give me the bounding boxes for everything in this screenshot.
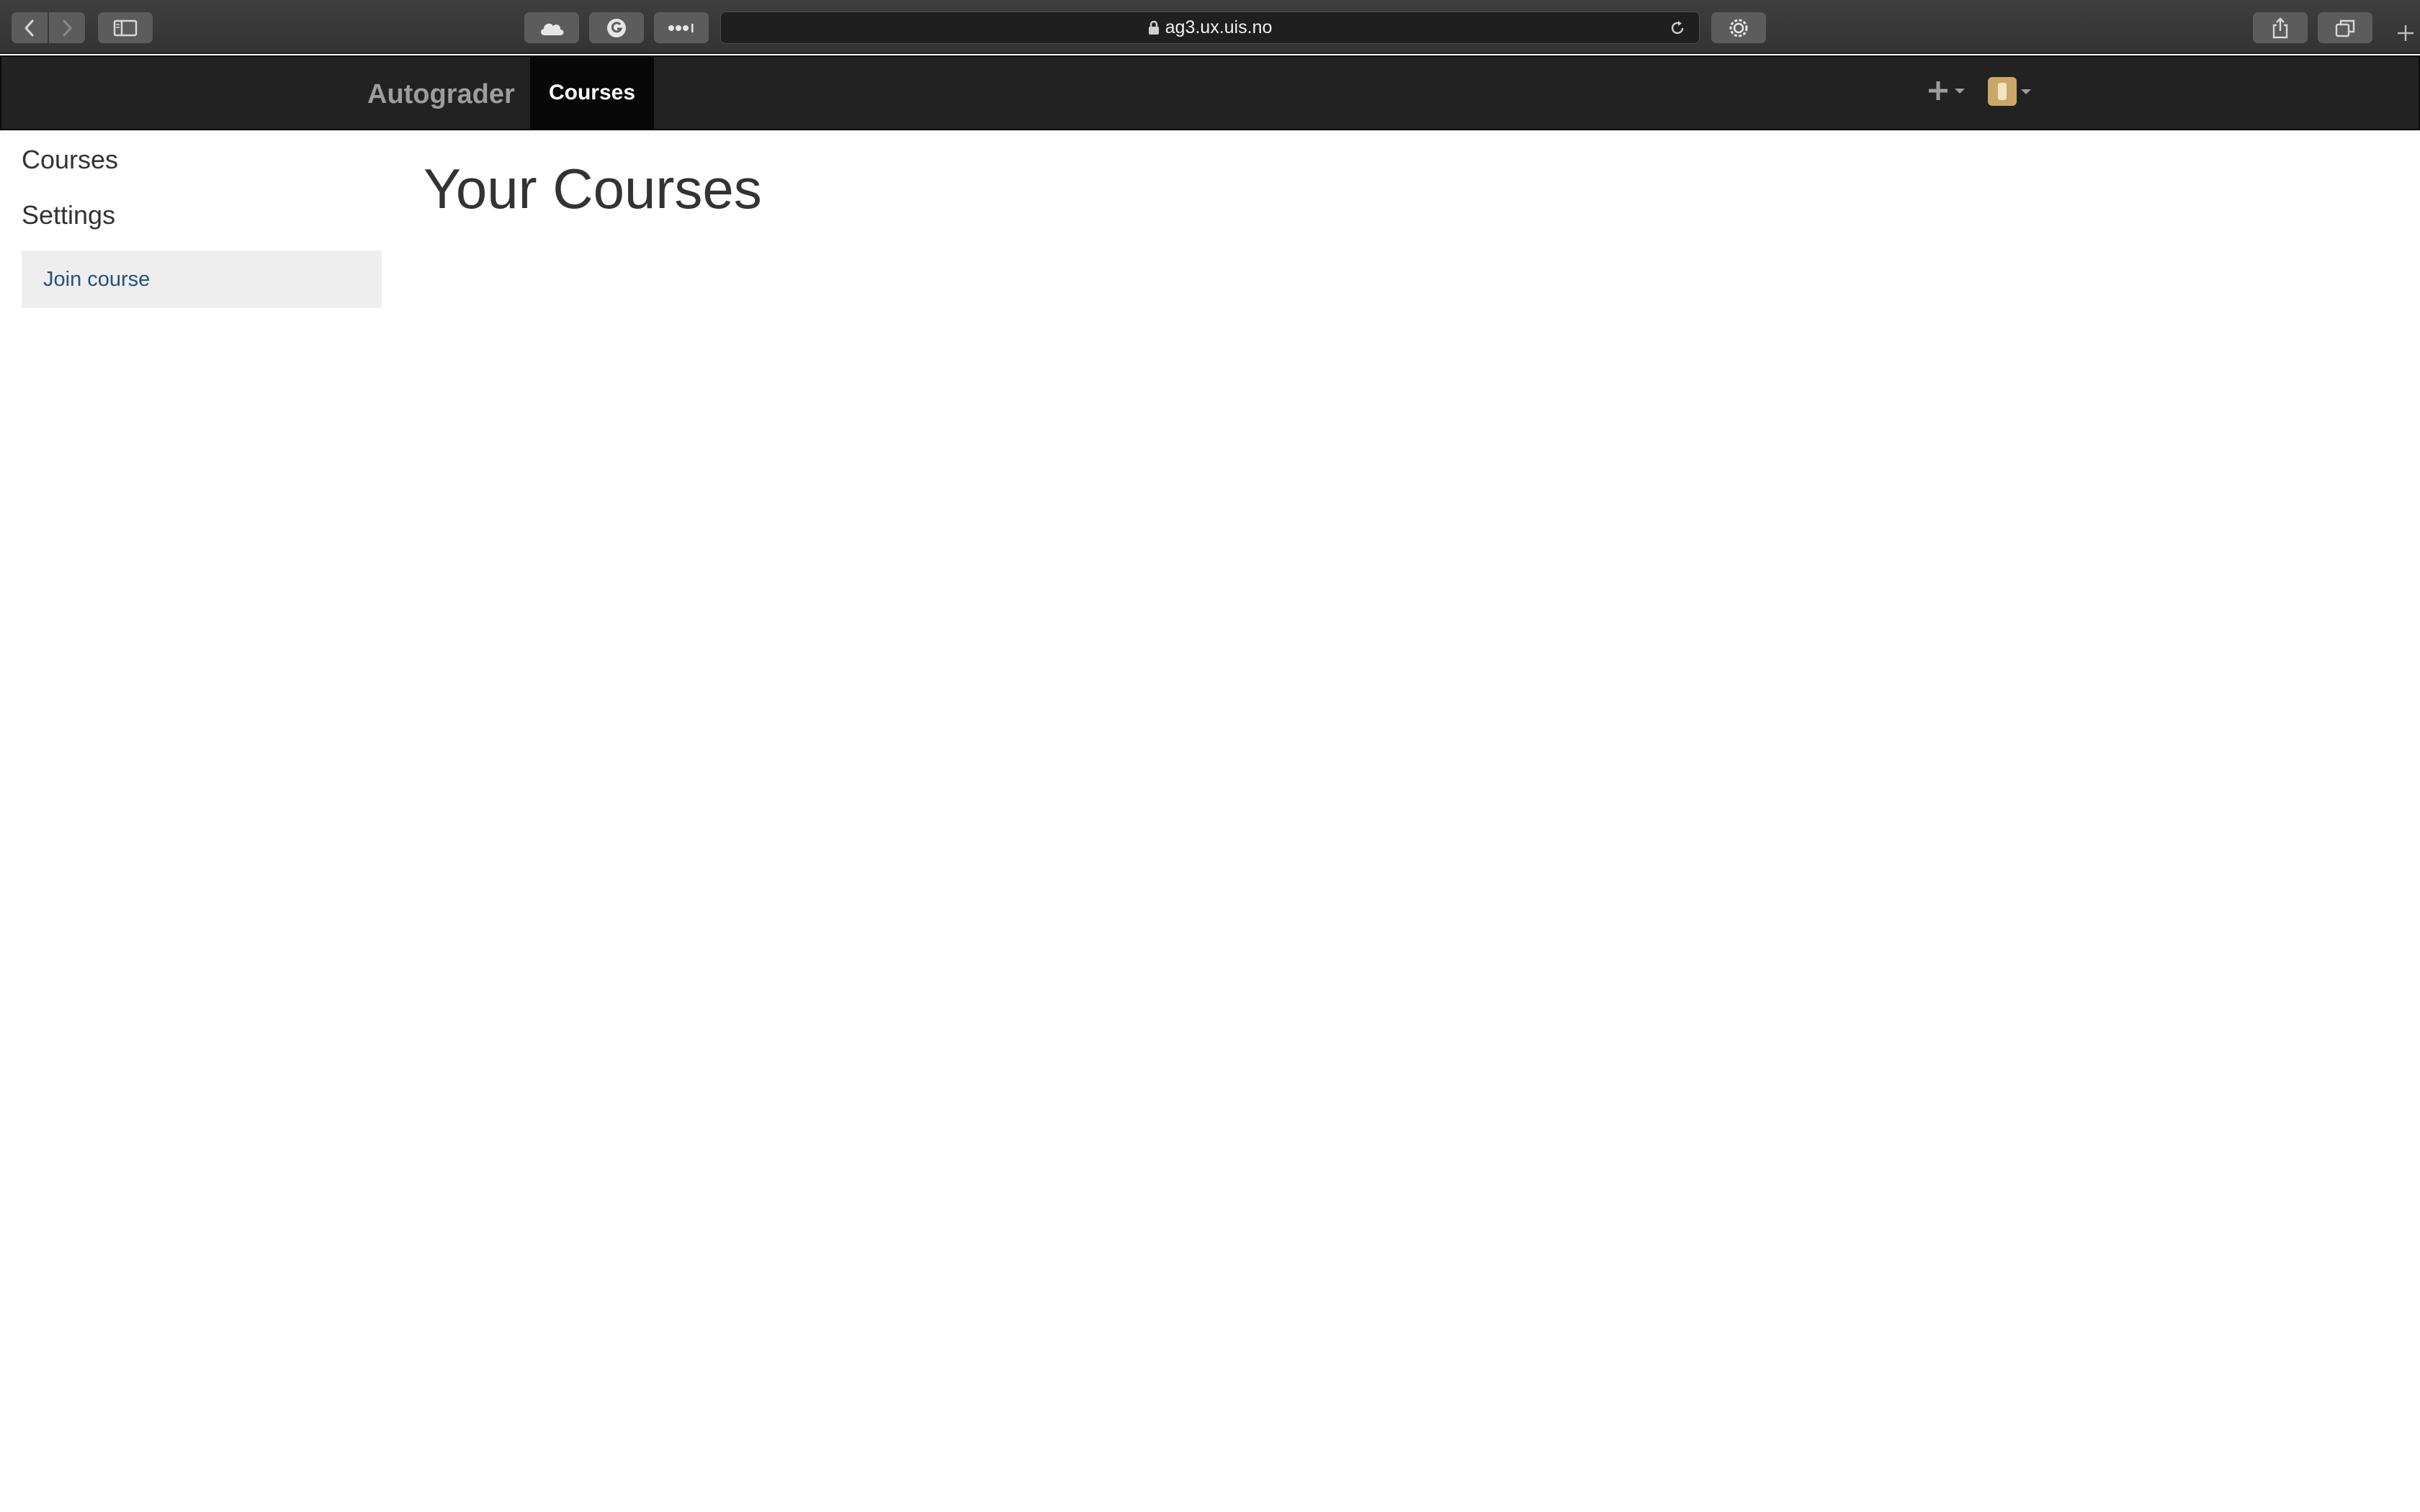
tabs-icon [2335, 19, 2355, 37]
sidebar-toggle-button[interactable] [98, 12, 153, 43]
gear-icon [1729, 19, 1748, 37]
share-button[interactable] [2253, 12, 2308, 43]
extension-button[interactable] [1711, 12, 1766, 43]
avatar [1988, 77, 2017, 106]
forward-button[interactable] [49, 12, 85, 43]
user-menu-button[interactable] [1988, 77, 2031, 106]
add-menu-button[interactable] [1926, 78, 1965, 103]
cloud-icon [540, 23, 564, 35]
tabs-overview-button[interactable] [2318, 12, 2372, 43]
plus-icon [1929, 81, 1948, 100]
grammarly-button[interactable] [589, 12, 644, 43]
password-button[interactable] [654, 12, 709, 43]
page-title: Your Courses [424, 157, 762, 220]
new-tab-icon[interactable] [2396, 23, 2416, 43]
address-bar[interactable]: ag3.ux.uis.no [720, 12, 1700, 44]
chevron-down-icon [1955, 88, 1965, 94]
brand-link[interactable]: Autograder [367, 57, 515, 129]
password-dots-icon [668, 23, 694, 32]
lock-icon [1148, 20, 1159, 35]
sidebar-icon [113, 19, 138, 36]
reload-icon[interactable] [1669, 19, 1686, 37]
sidebar-heading-courses: Courses [22, 145, 119, 174]
join-course-link[interactable]: Join course [22, 251, 382, 308]
back-button[interactable] [12, 12, 48, 43]
chevron-down-icon [2021, 89, 2031, 94]
url-text: ag3.ux.uis.no [1165, 17, 1273, 37]
chevron-right-icon [63, 19, 72, 36]
icloud-button[interactable] [524, 12, 579, 43]
share-icon [2272, 17, 2288, 38]
chevron-left-icon [24, 19, 34, 36]
main-content: Your Courses [424, 153, 762, 225]
app-navbar: Autograder Courses [0, 55, 2420, 130]
sidebar-heading-settings: Settings [22, 200, 116, 230]
grammarly-icon [607, 18, 626, 37]
nav-item-courses[interactable]: Courses [530, 57, 654, 129]
browser-toolbar: ag3.ux.uis.no [0, 0, 2420, 54]
sidebar: Courses Settings Join course [22, 141, 382, 308]
